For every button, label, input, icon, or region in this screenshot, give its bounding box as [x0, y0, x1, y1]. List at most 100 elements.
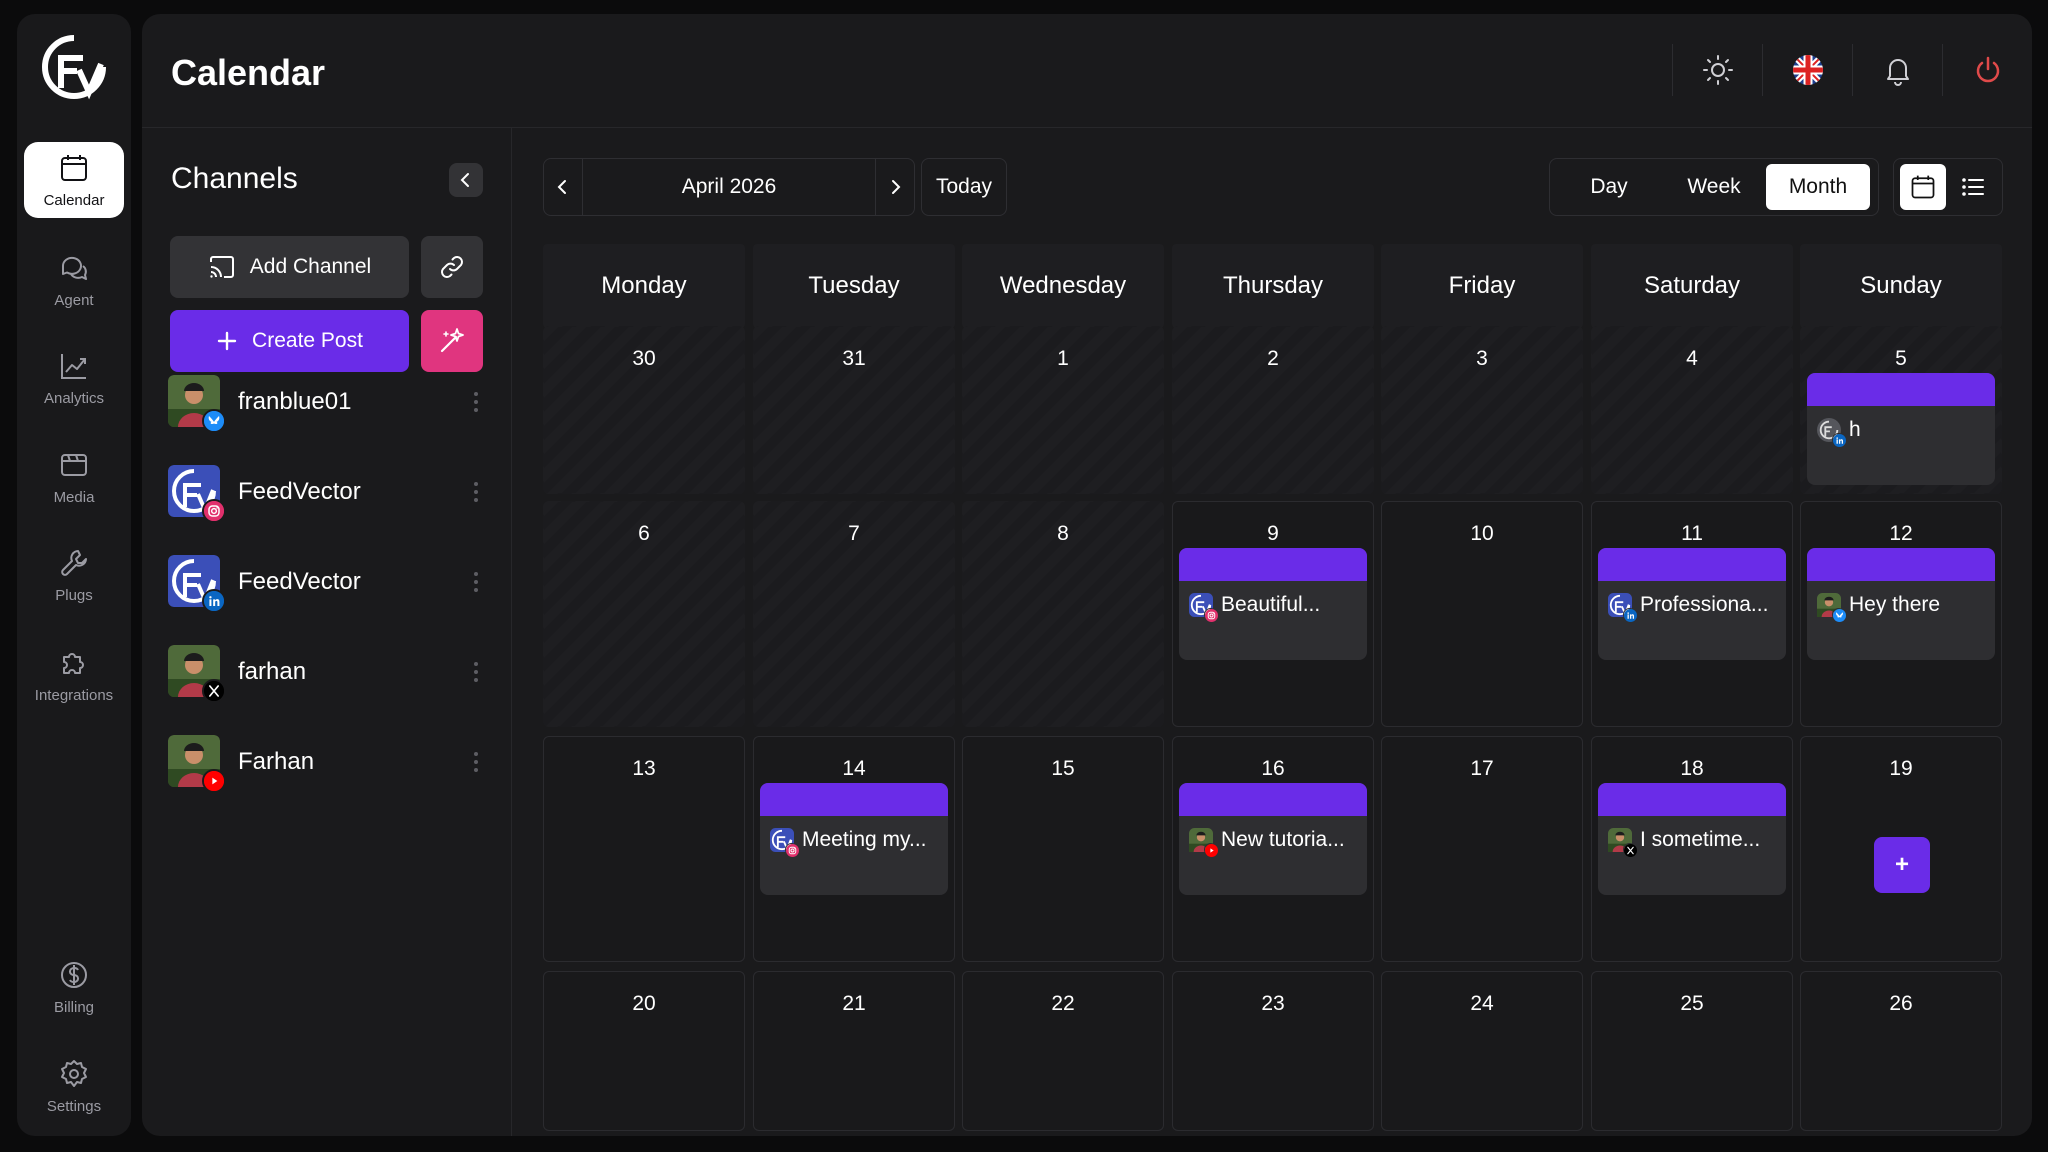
list-mode-button[interactable] [1950, 164, 1996, 210]
channel-item[interactable]: FeedVector [168, 552, 488, 613]
channel-name: Farhan [238, 748, 315, 775]
day-cell[interactable]: 15 [962, 736, 1164, 962]
day-number: 7 [848, 522, 860, 545]
weekday-header: Saturday [1591, 244, 1793, 328]
view-day-button[interactable]: Day [1556, 164, 1662, 210]
linkedin-icon [202, 589, 226, 613]
day-cell[interactable]: 11 Professiona... [1591, 501, 1793, 727]
post-preview[interactable]: New tutoria... [1179, 783, 1367, 895]
post-preview-bar [1807, 548, 1995, 581]
create-post-label: Create Post [252, 329, 363, 352]
day-number: 31 [842, 347, 866, 370]
day-cell[interactable]: 18 I sometime... [1591, 736, 1793, 962]
logout-button[interactable] [1942, 44, 2032, 96]
day-cell[interactable]: 16 New tutoria... [1172, 736, 1374, 962]
theme-toggle-button[interactable] [1672, 44, 1762, 96]
language-button[interactable] [1762, 44, 1852, 96]
chevron-left-icon [557, 180, 566, 194]
day-cell[interactable]: 20 [543, 971, 745, 1131]
channel-menu-icon[interactable] [464, 752, 488, 772]
sparkle-icon [440, 328, 464, 353]
view-month-button[interactable]: Month [1766, 164, 1870, 210]
customer-link-button[interactable] [421, 236, 483, 298]
post-preview[interactable]: Beautiful... [1179, 548, 1367, 660]
today-button[interactable]: Today [921, 158, 1007, 216]
post-preview-text: Meeting my... [802, 828, 927, 851]
channel-menu-icon[interactable] [464, 482, 488, 502]
day-cell[interactable]: 17 [1381, 736, 1583, 962]
icon-rail: Calendar Agent Analytics Media Plugs Integrat… [17, 14, 131, 1136]
post-preview-bar [1179, 783, 1367, 816]
day-cell[interactable]: 10 [1381, 501, 1583, 727]
day-cell[interactable]: 8 [962, 501, 1164, 727]
weekday-header: Friday [1381, 244, 1583, 328]
day-cell[interactable]: 7 [753, 501, 955, 727]
add-channel-button[interactable]: Add Channel [170, 236, 409, 298]
media-icon [61, 453, 87, 476]
youtube-icon [1204, 843, 1218, 857]
day-cell[interactable]: 12 Hey there [1800, 501, 2002, 727]
rail-item-integrations[interactable]: Integrations [24, 637, 124, 713]
channel-menu-icon[interactable] [464, 662, 488, 682]
post-preview[interactable]: Meeting my... [760, 783, 948, 895]
post-preview[interactable]: Professiona... [1598, 548, 1786, 660]
post-avatar [1608, 828, 1637, 857]
channel-item[interactable]: farhan [168, 642, 488, 703]
rail-item-media[interactable]: Media [24, 439, 124, 515]
channel-menu-icon[interactable] [464, 392, 488, 412]
add-post-button[interactable]: + [1874, 837, 1930, 893]
channel-item[interactable]: Farhan [168, 732, 488, 793]
post-preview[interactable]: h [1807, 373, 1995, 485]
day-cell[interactable]: 23 [1172, 971, 1374, 1131]
day-cell[interactable]: 9 Beautiful... [1172, 501, 1374, 727]
rail-item-plugs[interactable]: Plugs [24, 537, 124, 613]
weekday-header: Monday [543, 244, 745, 328]
app-logo[interactable] [28, 32, 120, 102]
x-icon [202, 679, 226, 703]
month-navigator: April 2026 [543, 158, 915, 216]
day-cell[interactable]: 5h [1800, 326, 2002, 494]
collapse-channels-button[interactable] [449, 163, 483, 197]
day-cell[interactable]: 25 [1591, 971, 1793, 1131]
day-cell[interactable]: 6 [543, 501, 745, 727]
day-cell[interactable]: 2 [1172, 326, 1374, 494]
notifications-button[interactable] [1852, 44, 1942, 96]
day-cell[interactable]: 13 [543, 736, 745, 962]
wrench-icon [61, 549, 87, 576]
rail-item-analytics[interactable]: Analytics [24, 340, 124, 416]
create-post-button[interactable]: Create Post [170, 310, 409, 372]
rail-item-settings[interactable]: Settings [24, 1048, 124, 1124]
day-cell[interactable]: 4 [1591, 326, 1793, 494]
channel-item[interactable]: franblue01 [168, 372, 488, 433]
channel-menu-icon[interactable] [464, 572, 488, 592]
chat-icon [61, 256, 87, 280]
day-cell[interactable]: 26 [1800, 971, 2002, 1131]
rail-item-agent[interactable]: Agent [24, 242, 124, 318]
post-preview[interactable]: Hey there [1807, 548, 1995, 660]
post-preview[interactable]: I sometime... [1598, 783, 1786, 895]
day-cell[interactable]: 31 [753, 326, 955, 494]
ai-generate-button[interactable] [421, 310, 483, 372]
day-cell[interactable]: 22 [962, 971, 1164, 1131]
rail-item-label: Agent [54, 291, 94, 309]
post-avatar [1189, 593, 1218, 622]
day-cell[interactable]: 19 + [1800, 736, 2002, 962]
previous-month-button[interactable] [544, 159, 582, 215]
day-cell[interactable]: 14 Meeting my... [753, 736, 955, 962]
day-cell[interactable]: 1 [962, 326, 1164, 494]
calendar-mode-button[interactable] [1900, 164, 1946, 210]
view-week-button[interactable]: Week [1662, 164, 1766, 210]
rail-item-billing[interactable]: Billing [24, 949, 124, 1025]
day-cell[interactable]: 3 [1381, 326, 1583, 494]
next-month-button[interactable] [876, 159, 914, 215]
rail-item-label: Integrations [34, 686, 114, 704]
channel-item[interactable]: FeedVector [168, 462, 488, 523]
rail-item-calendar[interactable]: Calendar [24, 142, 124, 218]
header-actions [1672, 44, 2032, 96]
day-number: 5 [1895, 347, 1907, 370]
day-cell[interactable]: 30 [543, 326, 745, 494]
day-cell[interactable]: 21 [753, 971, 955, 1131]
day-cell[interactable]: 24 [1381, 971, 1583, 1131]
plus-icon [217, 331, 237, 351]
link-icon [441, 256, 463, 278]
